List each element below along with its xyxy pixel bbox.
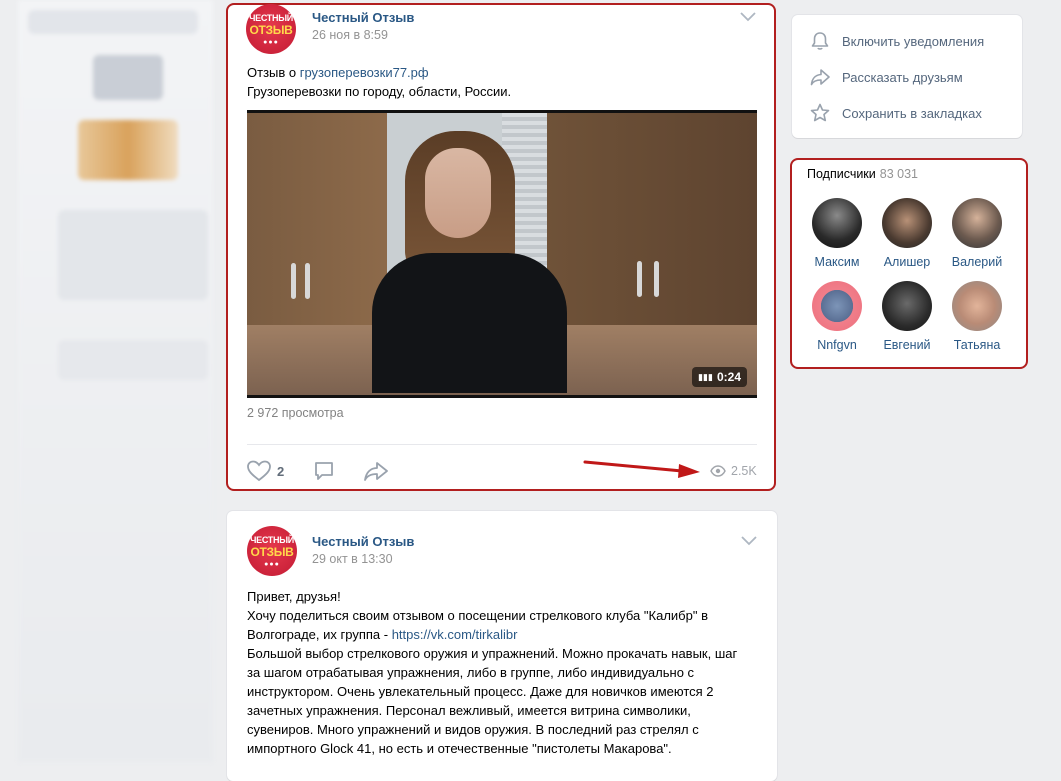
subscribers-block: Подписчики 83 031 Максим Алишер Валерий N… — [790, 158, 1028, 369]
avatar — [882, 198, 932, 248]
video-duration-badge: ▮▮▮ 0:24 — [692, 367, 747, 387]
chevron-down-icon[interactable] — [740, 10, 756, 24]
post-text: Привет, друзья! Хочу поделиться своим от… — [247, 589, 738, 756]
avatar — [882, 281, 932, 331]
left-sidebar-blurred — [18, 0, 213, 762]
star-icon — [810, 103, 830, 122]
video-view-count: 2 972 просмотра — [247, 406, 344, 420]
signal-bars-icon: ▮▮▮ — [698, 372, 713, 382]
share-icon — [364, 462, 388, 481]
subscriber-item[interactable]: Татьяна — [947, 281, 1007, 352]
share-icon — [810, 69, 830, 86]
chevron-down-icon[interactable] — [741, 534, 757, 548]
share-with-friends-button[interactable]: Рассказать друзьям — [810, 67, 963, 87]
video-player[interactable]: ▮▮▮ 0:24 — [247, 110, 757, 398]
post-views: 2.5K — [710, 464, 757, 478]
community-avatar[interactable]: ЧЕСТНЫЙ ОТЗЫВ ●●● — [247, 526, 297, 576]
comment-icon — [315, 462, 333, 480]
post-author-link[interactable]: Честный Отзыв — [312, 534, 414, 549]
eye-icon — [710, 465, 726, 477]
post-author-link[interactable]: Честный Отзыв — [312, 10, 414, 25]
subscriber-item[interactable]: Евгений — [877, 281, 937, 352]
like-button[interactable]: 2 — [247, 460, 284, 482]
bookmark-button[interactable]: Сохранить в закладках — [810, 103, 982, 123]
heart-icon — [247, 460, 271, 482]
share-button[interactable] — [363, 460, 389, 482]
avatar — [812, 198, 862, 248]
subscriber-item[interactable]: Валерий — [947, 198, 1007, 269]
post-link[interactable]: грузоперевозки77.рф — [300, 65, 429, 80]
community-actions-menu: Включить уведомления Рассказать друзьям … — [792, 15, 1022, 138]
bell-icon — [811, 32, 829, 50]
avatar — [812, 281, 862, 331]
post-card: ЧЕСТНЫЙ ОТЗЫВ ●●● Честный Отзыв 26 ноя в… — [226, 3, 776, 491]
post-link[interactable]: https://vk.com/tirkalibr — [392, 627, 518, 642]
subscriber-item[interactable]: Nnfgvn — [807, 281, 867, 352]
post-card: ЧЕСТНЫЙ ОТЗЫВ ●●● Честный Отзыв 29 окт в… — [227, 511, 777, 781]
subscriber-item[interactable]: Максим — [807, 198, 867, 269]
community-avatar[interactable]: ЧЕСТНЫЙ ОТЗЫВ ●●● — [246, 4, 296, 54]
avatar — [952, 198, 1002, 248]
notify-button[interactable]: Включить уведомления — [810, 31, 984, 51]
post-date[interactable]: 26 ноя в 8:59 — [312, 28, 388, 42]
avatar — [952, 281, 1002, 331]
post-text: Отзыв о грузоперевозки77.рф Грузоперевоз… — [247, 65, 512, 99]
comment-button[interactable] — [313, 460, 335, 482]
post-date[interactable]: 29 окт в 13:30 — [312, 552, 393, 566]
like-count: 2 — [277, 463, 285, 479]
subscriber-item[interactable]: Алишер — [877, 198, 937, 269]
subscribers-title[interactable]: Подписчики 83 031 — [807, 167, 918, 181]
annotation-arrow-icon — [583, 460, 700, 478]
